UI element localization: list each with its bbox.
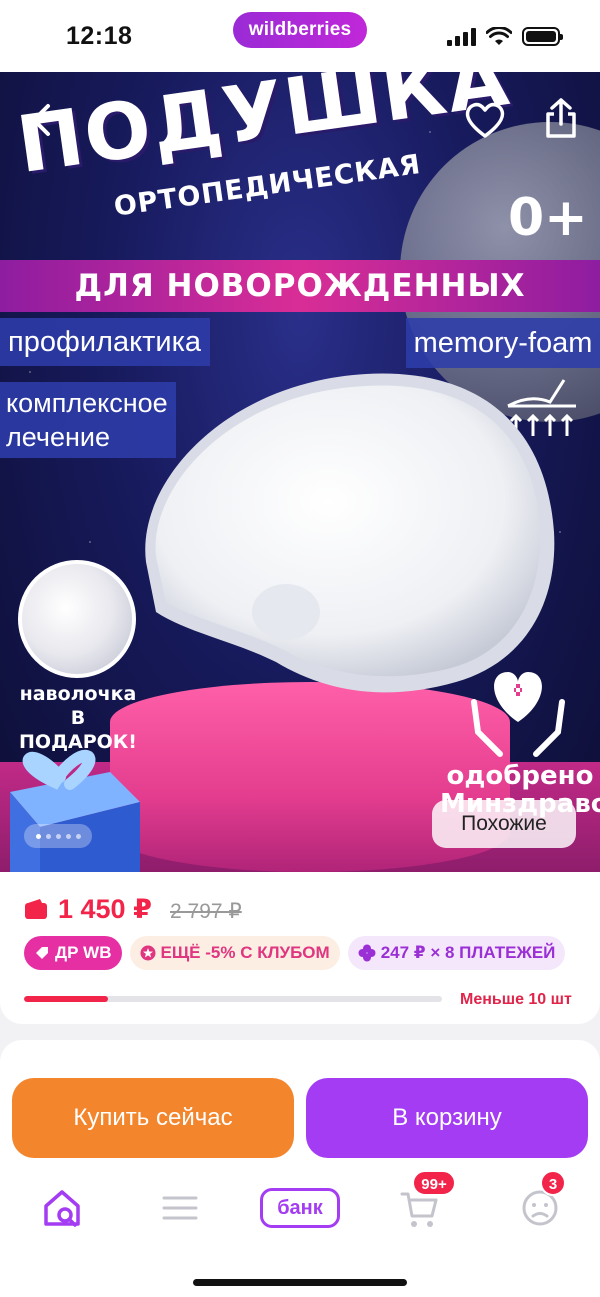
stock-label: Меньше 10 шт xyxy=(460,991,572,1008)
add-to-cart-button[interactable]: В корзину xyxy=(306,1078,588,1158)
old-price: 2 797 ₽ xyxy=(170,900,242,923)
home-search-icon[interactable] xyxy=(42,1186,82,1230)
buy-now-button[interactable]: Купить сейчас xyxy=(12,1078,294,1158)
badge-label: ЕЩЁ -5% С КЛУБОМ xyxy=(160,943,330,962)
target-audience-banner: ДЛЯ НОВОРОЖДЕННЫХ xyxy=(0,260,600,312)
price-card: 1 450 ₽ 2 797 ₽ ДР WB ЕЩЁ -5% С КЛУБОМ 2… xyxy=(0,872,600,1024)
bank-tab[interactable]: банк xyxy=(260,1188,340,1228)
bottom-tab-bar: банк 99+ 3 xyxy=(0,1170,600,1238)
status-icons xyxy=(447,27,563,46)
stock-progress-fill xyxy=(24,996,108,1002)
favorite-heart-icon[interactable] xyxy=(464,100,506,140)
home-indicator[interactable] xyxy=(193,1279,407,1286)
cart-count-badge: 99+ xyxy=(412,1170,456,1196)
similar-products-button[interactable]: Похожие xyxy=(432,800,576,848)
tag-icon xyxy=(36,947,48,959)
status-time: 12:18 xyxy=(66,22,133,50)
wildberries-logo: wildberries xyxy=(233,12,367,48)
wallet-icon xyxy=(25,899,47,919)
promo-badges: ДР WB ЕЩЁ -5% С КЛУБОМ 247 ₽ × 8 ПЛАТЕЖЕ… xyxy=(24,936,566,970)
gift-box-icon xyxy=(10,750,140,872)
gallery-pagination xyxy=(24,824,92,848)
clover-icon xyxy=(358,944,376,962)
battery-icon xyxy=(522,27,563,46)
cellular-signal-icon xyxy=(447,27,476,46)
notifications-badge: 3 xyxy=(540,1170,566,1196)
back-arrow-icon[interactable] xyxy=(22,100,62,140)
share-icon[interactable] xyxy=(540,96,582,140)
status-bar: 12:18 wildberries xyxy=(0,0,600,72)
bottom-panel: Купить сейчас В корзину банк 99+ 3 xyxy=(0,1066,600,1297)
badge-label: ДР WB xyxy=(55,943,112,962)
menu-icon[interactable] xyxy=(162,1186,198,1230)
feature-tag-prevention: профилактика xyxy=(0,318,210,366)
wifi-icon xyxy=(486,27,512,45)
current-price: 1 450 ₽ xyxy=(58,894,152,924)
age-label: 0+ xyxy=(508,188,588,248)
badge-label: 247 ₽ × 8 ПЛАТЕЖЕЙ xyxy=(380,943,556,962)
wb-birthday-badge[interactable]: ДР WB xyxy=(24,936,122,970)
star-icon xyxy=(140,945,155,961)
club-discount-badge[interactable]: ЕЩЁ -5% С КЛУБОМ xyxy=(129,936,340,970)
heart-hands-icon xyxy=(471,672,565,757)
feature-tag-material: memory-foam xyxy=(406,318,600,368)
stock-progress-bar xyxy=(24,996,442,1002)
installments-badge[interactable]: 247 ₽ × 8 ПЛАТЕЖЕЙ xyxy=(347,936,566,970)
pillowcase-gift-image xyxy=(18,560,136,678)
product-image-gallery[interactable]: ПОДУШКА ОРТОПЕДИЧЕСКАЯ 0+ ДЛЯ НОВОРОЖДЕН… xyxy=(0,72,600,872)
